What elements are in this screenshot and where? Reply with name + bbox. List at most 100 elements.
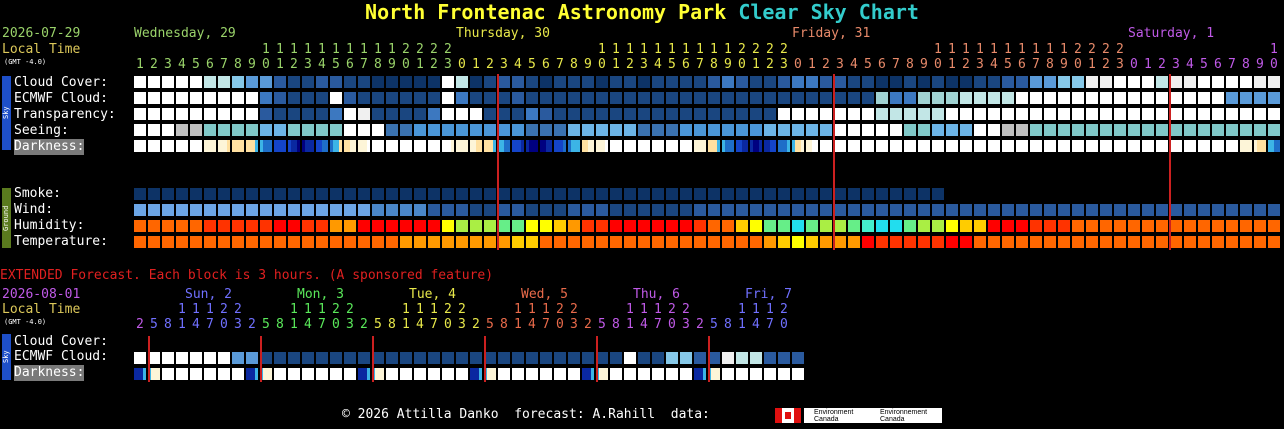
darkness-block[interactable] [143, 140, 146, 152]
smoke-block[interactable] [162, 188, 174, 200]
temperature-block[interactable] [1058, 236, 1070, 248]
transparency-block[interactable] [1268, 108, 1280, 120]
darkness-block[interactable] [333, 140, 336, 152]
ext-darkness-block[interactable] [546, 368, 549, 380]
temperature-block[interactable] [736, 236, 748, 248]
ext-darkness-block[interactable] [787, 368, 790, 380]
darkness-block[interactable] [588, 140, 591, 152]
transparency-block[interactable] [400, 108, 412, 120]
darkness-block[interactable] [717, 140, 720, 152]
ext-darkness-block[interactable] [798, 368, 801, 380]
smoke-block[interactable] [708, 188, 720, 200]
darkness-block[interactable] [213, 140, 216, 152]
ext-darkness-block[interactable] [322, 368, 325, 380]
temperature-block[interactable] [498, 236, 510, 248]
darkness-block[interactable] [868, 140, 871, 152]
darkness-block[interactable] [1184, 140, 1187, 152]
ext-darkness-block[interactable] [535, 368, 538, 380]
ext-darkness-block[interactable] [470, 368, 473, 380]
ext-darkness-block[interactable] [165, 368, 168, 380]
cloud-block[interactable] [302, 76, 314, 88]
ext-darkness-block[interactable] [316, 368, 319, 380]
wind-block[interactable] [1170, 204, 1182, 216]
cloud-block[interactable] [974, 76, 986, 88]
wind-block[interactable] [400, 204, 412, 216]
cloud-block[interactable] [1268, 76, 1280, 88]
darkness-block[interactable] [249, 140, 252, 152]
wind-block[interactable] [498, 204, 510, 216]
ext-darkness-block[interactable] [753, 368, 756, 380]
transparency-block[interactable] [1170, 108, 1182, 120]
seeing-block[interactable] [1072, 124, 1084, 136]
ecmwf-block[interactable] [988, 92, 1000, 104]
transparency-block[interactable] [946, 108, 958, 120]
transparency-block[interactable] [1142, 108, 1154, 120]
smoke-block[interactable] [666, 188, 678, 200]
humidity-block[interactable] [176, 220, 188, 232]
darkness-block[interactable] [997, 140, 1000, 152]
cloud-block[interactable] [946, 76, 958, 88]
cloud-block[interactable] [1128, 76, 1140, 88]
ecmwf-block[interactable] [344, 92, 356, 104]
cloud-block[interactable] [764, 76, 776, 88]
darkness-block[interactable] [465, 140, 468, 152]
transparency-block[interactable] [456, 108, 468, 120]
ext-darkness-block[interactable] [680, 368, 683, 380]
darkness-block[interactable] [1134, 140, 1137, 152]
temperature-block[interactable] [554, 236, 566, 248]
temperature-block[interactable] [232, 236, 244, 248]
humidity-block[interactable] [456, 220, 468, 232]
temperature-block[interactable] [456, 236, 468, 248]
ext-darkness-block[interactable] [697, 368, 700, 380]
ecmwf-block[interactable] [330, 92, 342, 104]
ext-ecmwf-block[interactable] [442, 352, 454, 364]
cloud-block[interactable] [1072, 76, 1084, 88]
ext-darkness-block[interactable] [633, 368, 636, 380]
ext-darkness-block[interactable] [549, 368, 552, 380]
ext-darkness-block[interactable] [269, 368, 272, 380]
ext-darkness-block[interactable] [700, 368, 703, 380]
cloud-block[interactable] [330, 76, 342, 88]
ext-darkness-block[interactable] [333, 368, 336, 380]
humidity-block[interactable] [848, 220, 860, 232]
humidity-block[interactable] [134, 220, 146, 232]
cloud-block[interactable] [778, 76, 790, 88]
ext-ecmwf-block[interactable] [652, 352, 664, 364]
wind-block[interactable] [568, 204, 580, 216]
ext-ecmwf-block[interactable] [680, 352, 692, 364]
ecmwf-block[interactable] [652, 92, 664, 104]
darkness-block[interactable] [521, 140, 524, 152]
transparency-block[interactable] [330, 108, 342, 120]
smoke-block[interactable] [680, 188, 692, 200]
cloud-block[interactable] [736, 76, 748, 88]
wind-block[interactable] [456, 204, 468, 216]
darkness-block[interactable] [935, 140, 938, 152]
darkness-block[interactable] [1179, 140, 1182, 152]
humidity-block[interactable] [1114, 220, 1126, 232]
cloud-block[interactable] [610, 76, 622, 88]
darkness-block[interactable] [361, 140, 364, 152]
cloud-block[interactable] [1058, 76, 1070, 88]
darkness-block[interactable] [1274, 140, 1277, 152]
ext-darkness-block[interactable] [526, 368, 529, 380]
darkness-block[interactable] [652, 140, 655, 152]
ecmwf-block[interactable] [582, 92, 594, 104]
darkness-block[interactable] [792, 140, 795, 152]
transparency-block[interactable] [1044, 108, 1056, 120]
darkness-block[interactable] [784, 140, 787, 152]
transparency-block[interactable] [1240, 108, 1252, 120]
wind-block[interactable] [162, 204, 174, 216]
cloud-block[interactable] [1240, 76, 1252, 88]
ext-darkness-block[interactable] [473, 368, 476, 380]
darkness-block[interactable] [857, 140, 860, 152]
darkness-block[interactable] [1263, 140, 1266, 152]
cloud-block[interactable] [316, 76, 328, 88]
temperature-block[interactable] [918, 236, 930, 248]
ecmwf-block[interactable] [218, 92, 230, 104]
humidity-block[interactable] [792, 220, 804, 232]
humidity-block[interactable] [834, 220, 846, 232]
darkness-block[interactable] [255, 140, 258, 152]
ecmwf-block[interactable] [736, 92, 748, 104]
seeing-block[interactable] [484, 124, 496, 136]
darkness-block[interactable] [308, 140, 311, 152]
